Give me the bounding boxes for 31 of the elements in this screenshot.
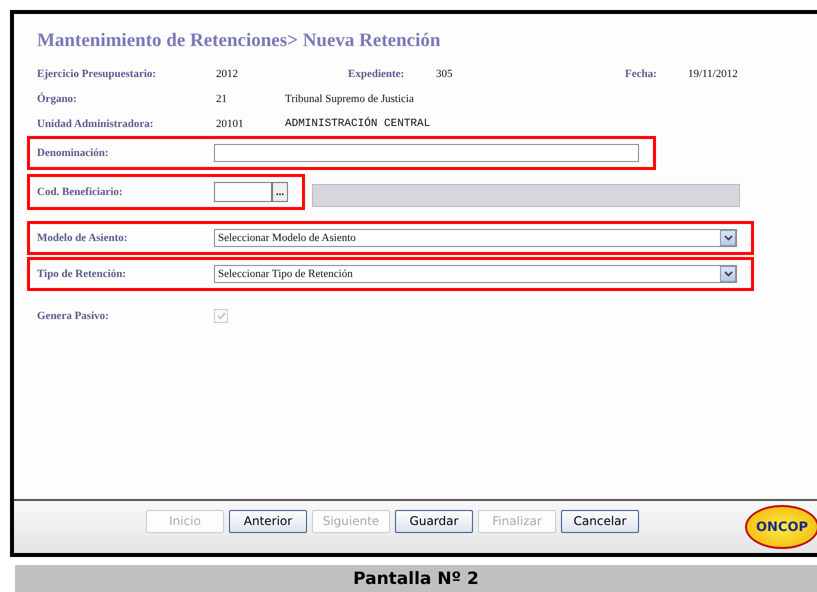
logo: ONCOP: [745, 505, 817, 550]
field-value: 21: [216, 92, 228, 104]
code-input[interactable]: [214, 182, 272, 202]
dropdown[interactable]: Seleccionar Modelo de Asiento: [214, 229, 737, 247]
dropdown[interactable]: Seleccionar Tipo de Retención: [214, 265, 737, 283]
text-input[interactable]: [214, 144, 639, 162]
browse-button[interactable]: ...: [272, 182, 288, 202]
field-value: 20101: [216, 118, 244, 130]
wizard-button[interactable]: Guardar: [395, 510, 473, 533]
page-title: Mantenimiento de Retenciones> Nueva Retención: [37, 30, 442, 52]
field-label: Genera Pasivo:: [37, 310, 110, 322]
field-label: Tipo de Retención:: [37, 268, 128, 280]
field-value: 19/11/2012: [688, 68, 739, 80]
field-label: Unidad Administradora:: [37, 118, 154, 130]
field-value: Tribunal Supremo de Justicia: [285, 92, 415, 104]
wizard-button[interactable]: Anterior: [229, 510, 307, 533]
wizard-button[interactable]: Cancelar: [561, 510, 639, 533]
caption: Pantalla Nº 2: [15, 565, 817, 592]
chevron-down-icon: [720, 230, 736, 246]
field-label: Ejercicio Presupuestario:: [37, 68, 158, 80]
field-label: Órgano:: [37, 92, 78, 104]
checkmark-icon: [216, 312, 226, 320]
field-label: Cod. Beneficiario:: [37, 186, 124, 198]
field-label: Denominación:: [37, 147, 110, 159]
field-label: Fecha:: [625, 68, 658, 80]
chevron-down-icon: [720, 266, 736, 282]
field-label: Modelo de Asiento:: [37, 232, 128, 244]
field-value: 305: [436, 68, 454, 80]
field-value: ADMINISTRACIÓN CENTRAL: [285, 118, 432, 130]
field-label: Expediente:: [348, 68, 406, 80]
field-value: 2012: [216, 68, 239, 80]
